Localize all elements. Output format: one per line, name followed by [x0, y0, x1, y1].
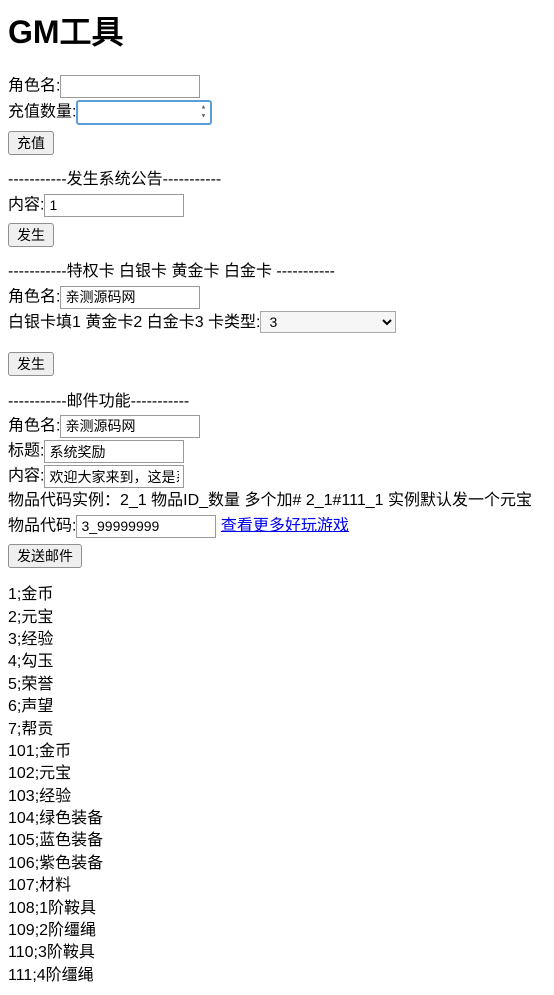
recharge-amount-input[interactable] [76, 100, 212, 125]
list-item: 7;帮贡 [8, 719, 546, 741]
announcement-content-label: 内容: [8, 196, 44, 213]
list-item: 106;紫色装备 [8, 853, 546, 875]
list-item: 3;经验 [8, 629, 546, 651]
mail-code-label: 物品代码: [8, 517, 76, 534]
list-item: 103;经验 [8, 786, 546, 808]
announcement-separator: -----------发生系统公告----------- [8, 169, 546, 191]
list-item: 6;声望 [8, 696, 546, 718]
list-item: 107;材料 [8, 875, 546, 897]
list-item: 101;金币 [8, 741, 546, 763]
list-item: 108;1阶鞍具 [8, 898, 546, 920]
list-item: 110;3阶鞍具 [8, 942, 546, 964]
recharge-submit-button[interactable]: 充值 [8, 131, 54, 155]
more-games-link[interactable]: 查看更多好玩游戏 [221, 517, 349, 534]
list-item: 1;金币 [8, 584, 546, 606]
mail-separator: -----------邮件功能----------- [8, 391, 546, 413]
mail-title-input[interactable] [44, 440, 184, 463]
card-submit-button[interactable]: 发生 [8, 352, 54, 376]
list-item: 102;元宝 [8, 763, 546, 785]
list-item: 2;元宝 [8, 607, 546, 629]
list-item: 4;勾玉 [8, 651, 546, 673]
announcement-submit-button[interactable]: 发生 [8, 223, 54, 247]
list-item: 109;2阶缰绳 [8, 920, 546, 942]
list-item: 105;蓝色装备 [8, 830, 546, 852]
card-role-label: 角色名: [8, 288, 60, 305]
mail-content-input[interactable] [44, 465, 184, 488]
mail-example-text: 物品代码实例：2_1 物品ID_数量 多个加# 2_1#111_1 实例默认发一… [8, 490, 546, 512]
mail-role-label: 角色名: [8, 418, 60, 435]
mail-code-input[interactable] [76, 515, 216, 538]
mail-content-label: 内容: [8, 468, 44, 485]
list-item: 104;绿色装备 [8, 808, 546, 830]
mail-role-input[interactable] [60, 415, 200, 438]
list-item: 111;4阶缰绳 [8, 965, 546, 987]
item-code-list: 1;金币2;元宝3;经验4;勾玉5;荣誉6;声望7;帮贡101;金币102;元宝… [8, 584, 546, 987]
recharge-role-label: 角色名: [8, 78, 60, 95]
page-title: GM工具 [8, 10, 546, 55]
mail-submit-button[interactable]: 发送邮件 [8, 544, 82, 568]
card-separator: -----------特权卡 白银卡 黄金卡 白金卡 ----------- [8, 261, 546, 283]
mail-title-label: 标题: [8, 443, 44, 460]
recharge-role-input[interactable] [60, 75, 200, 98]
card-hint-label: 白银卡填1 黄金卡2 白金卡3 卡类型: [8, 314, 260, 331]
card-role-input[interactable] [60, 286, 200, 309]
recharge-amount-label: 充值数量: [8, 104, 76, 121]
announcement-content-input[interactable] [44, 194, 184, 217]
card-type-select[interactable]: 3 [260, 311, 396, 333]
list-item: 5;荣誉 [8, 674, 546, 696]
